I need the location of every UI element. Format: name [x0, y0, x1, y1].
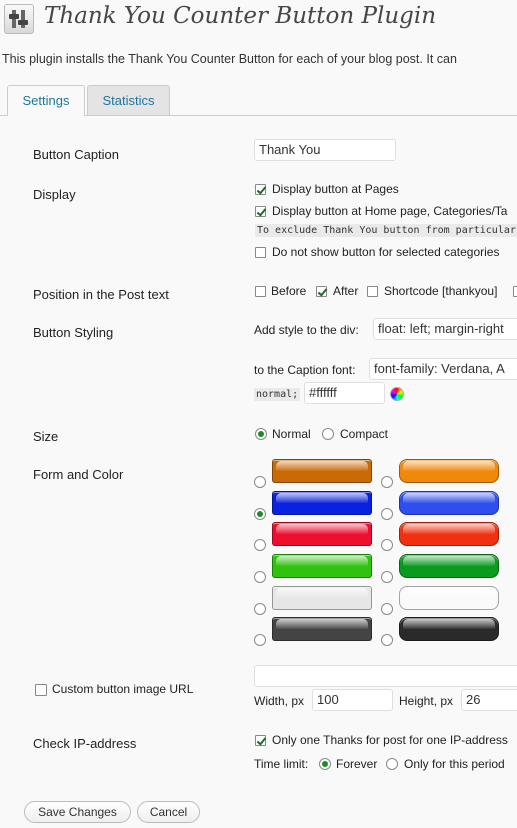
only-one-thanks-checkbox[interactable] [255, 735, 266, 746]
button-caption-label: Button Caption [33, 147, 120, 162]
color-picker-icon[interactable] [390, 387, 404, 401]
position-after-label: After [333, 284, 359, 298]
display-home-checkbox[interactable] [255, 206, 266, 217]
time-limit-label: Time limit: [254, 757, 309, 771]
button-swatch-1[interactable] [272, 459, 372, 483]
only-one-thanks-label: Only one Thanks for post for one IP-addr… [272, 733, 508, 747]
form-color-radio-1[interactable] [254, 476, 266, 488]
button-styling-label: Button Styling [33, 325, 114, 340]
position-shortcode-label: Shortcode [thankyou] [384, 284, 498, 298]
button-swatch-5[interactable] [272, 522, 372, 546]
button-swatch-2[interactable] [399, 459, 499, 483]
position-shortcode-checkbox[interactable] [367, 286, 378, 297]
height-label: Height, px [399, 694, 454, 708]
plugin-settings-icon [4, 4, 34, 34]
no-categories-label: Do not show button for selected categori… [272, 245, 500, 259]
form-color-radio-6[interactable] [381, 539, 393, 551]
exclude-note: To exclude Thank You button from particu… [255, 224, 517, 237]
form-color-radio-11[interactable] [254, 634, 266, 646]
plugin-settings-page: Thank You Counter Button Plugin This plu… [0, 0, 517, 828]
custom-image-checkbox[interactable] [35, 684, 47, 696]
time-forever-radio[interactable] [319, 758, 331, 770]
no-categories-checkbox[interactable] [255, 247, 266, 258]
button-swatch-6[interactable] [399, 522, 499, 546]
button-swatch-10[interactable] [399, 586, 499, 610]
button-swatch-9[interactable] [272, 586, 372, 610]
button-swatch-12[interactable] [399, 617, 499, 641]
button-swatch-8[interactable] [399, 554, 499, 578]
intro-text: This plugin installs the Thank You Count… [2, 52, 457, 66]
time-period-radio[interactable] [386, 758, 398, 770]
display-label: Display [33, 187, 76, 202]
tab-statistics[interactable]: Statistics [87, 85, 170, 115]
position-after-checkbox[interactable] [316, 286, 327, 297]
page-title: Thank You Counter Button Plugin [44, 3, 437, 29]
caption-font-tail: normal; [254, 388, 301, 401]
form-color-radio-5[interactable] [254, 539, 266, 551]
time-period-label: Only for this period [404, 757, 505, 771]
size-normal-radio[interactable] [255, 428, 267, 440]
display-home-label: Display button at Home page, Categories/… [272, 204, 508, 218]
button-swatch-11[interactable] [272, 617, 372, 641]
width-label: Width, px [254, 694, 305, 708]
form-color-radio-7[interactable] [254, 571, 266, 583]
form-color-radio-9[interactable] [254, 603, 266, 615]
position-before-checkbox[interactable] [255, 286, 266, 297]
form-color-radio-10[interactable] [381, 603, 393, 615]
button-swatch-7[interactable] [272, 554, 372, 578]
cancel-button[interactable]: Cancel [137, 801, 200, 823]
display-pages-label: Display button at Pages [272, 182, 399, 196]
button-swatch-4[interactable] [399, 491, 499, 515]
form-color-radio-12[interactable] [381, 634, 393, 646]
size-label: Size [33, 429, 59, 444]
height-input[interactable]: 26 [461, 689, 517, 711]
caption-font-label: to the Caption font: [254, 363, 356, 377]
caption-font-input[interactable]: font-family: Verdana, A [369, 358, 517, 380]
save-changes-button[interactable]: Save Changes [24, 801, 131, 823]
div-style-label: Add style to the div: [254, 323, 359, 337]
form-color-radio-2[interactable] [381, 476, 393, 488]
button-swatch-3[interactable] [272, 491, 372, 515]
position-before-label: Before [271, 284, 307, 298]
tab-settings[interactable]: Settings [7, 85, 85, 116]
form-color-radio-3[interactable] [254, 508, 266, 520]
size-compact-radio[interactable] [322, 428, 334, 440]
custom-image-url-input[interactable] [254, 665, 517, 687]
check-ip-label: Check IP-address [33, 736, 137, 751]
form-color-radio-4[interactable] [381, 508, 393, 520]
size-normal-label: Normal [272, 427, 311, 441]
form-color-label: Form and Color [33, 467, 124, 482]
custom-image-label: Custom button image URL [52, 682, 194, 696]
width-input[interactable]: 100 [312, 689, 393, 711]
position-label: Position in the Post text [33, 287, 169, 302]
position-extra-checkbox[interactable] [513, 286, 517, 297]
display-pages-checkbox[interactable] [255, 184, 266, 195]
form-color-radio-8[interactable] [381, 571, 393, 583]
button-caption-input[interactable]: Thank You [254, 139, 396, 161]
div-style-input[interactable]: float: left; margin-right [373, 318, 517, 340]
caption-color-input[interactable]: #ffffff [304, 382, 385, 404]
size-compact-label: Compact [340, 427, 389, 441]
time-forever-label: Forever [336, 757, 378, 771]
